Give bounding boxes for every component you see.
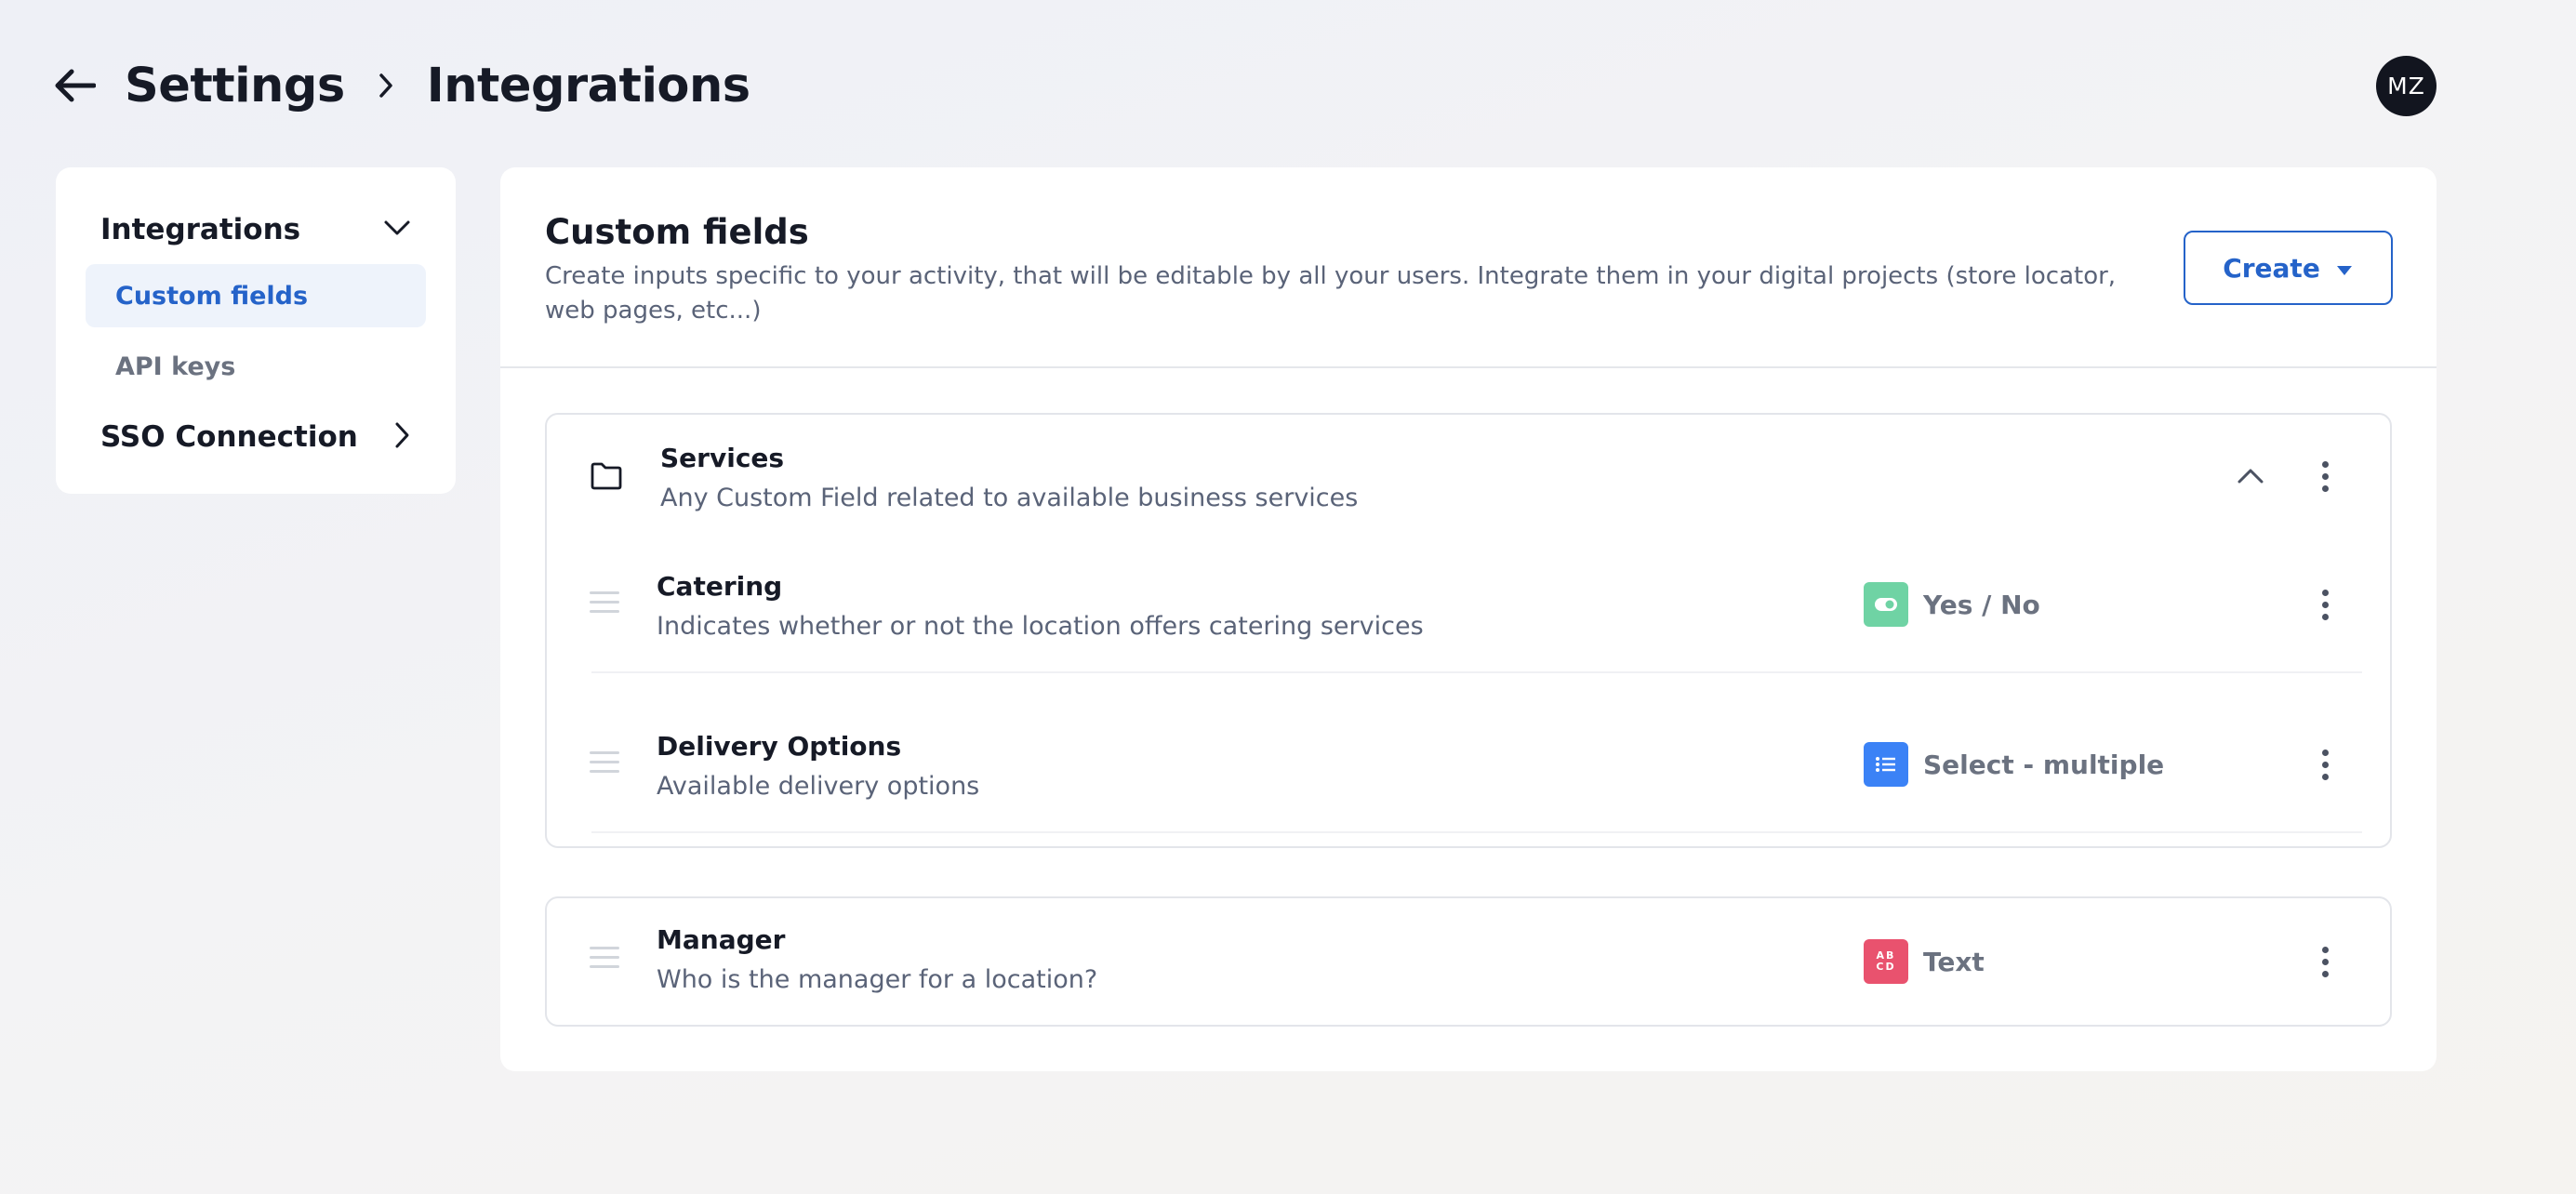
create-button-label: Create: [2223, 252, 2320, 284]
sidebar-group-label: Integrations: [100, 213, 301, 246]
back-arrow-icon[interactable]: [52, 63, 97, 108]
avatar[interactable]: MZ: [2376, 56, 2437, 116]
list-icon: [1864, 742, 1908, 787]
more-options-icon[interactable]: [2310, 582, 2340, 627]
abcd-icon: AB CD: [1864, 939, 1908, 984]
page-description: Create inputs specific to your activity,…: [545, 262, 2117, 325]
drag-handle-icon[interactable]: [590, 947, 619, 975]
field-row-delivery-options[interactable]: Delivery Options Available delivery opti…: [547, 705, 2390, 835]
group-title: Services: [660, 443, 785, 473]
field-title: Catering: [657, 571, 783, 602]
page-title: Custom fields: [545, 212, 809, 252]
more-options-icon[interactable]: [2310, 939, 2340, 984]
field-type-label: Yes / No: [1923, 590, 2040, 620]
sidebar-item-api-keys[interactable]: API keys: [86, 335, 426, 398]
field-title: Delivery Options: [657, 731, 902, 762]
breadcrumb-settings[interactable]: Settings: [125, 59, 345, 113]
caret-down-icon: [2335, 253, 2354, 284]
sidebar: Integrations Custom fields API keys SSO …: [56, 167, 456, 494]
create-button[interactable]: Create: [2184, 231, 2393, 305]
sidebar-group-integrations[interactable]: Integrations: [100, 206, 411, 253]
group-description: Any Custom Field related to available bu…: [660, 484, 1359, 512]
breadcrumb-integrations: Integrations: [426, 58, 750, 113]
panel-header: Custom fields Create inputs specific to …: [545, 212, 2144, 328]
field-type-label: Select - multiple: [1923, 750, 2165, 780]
folder-icon: [590, 461, 623, 495]
chevron-down-icon: [383, 219, 411, 241]
field-row-manager[interactable]: Manager Who is the manager for a locatio…: [545, 896, 2392, 1027]
sidebar-group-label: SSO Connection: [100, 420, 358, 454]
sidebar-item-custom-fields[interactable]: Custom fields: [86, 264, 426, 327]
more-options-icon[interactable]: [2310, 742, 2340, 787]
chevron-right-icon: [392, 421, 411, 453]
divider: [591, 831, 2362, 833]
sidebar-group-sso-connection[interactable]: SSO Connection: [100, 414, 411, 460]
chevron-up-icon[interactable]: [2232, 458, 2269, 495]
field-description: Available delivery options: [657, 772, 980, 801]
field-group-services: Services Any Custom Field related to ava…: [545, 413, 2392, 848]
page-header: Settings Integrations: [52, 56, 750, 115]
field-description: Indicates whether or not the location of…: [657, 612, 1424, 641]
field-title: Manager: [657, 924, 786, 955]
field-row-catering[interactable]: Catering Indicates whether or not the lo…: [547, 545, 2390, 675]
more-options-icon[interactable]: [2310, 454, 2340, 498]
divider: [500, 366, 2437, 368]
field-description: Who is the manager for a location?: [657, 965, 1098, 994]
drag-handle-icon[interactable]: [590, 591, 619, 619]
divider: [591, 671, 2362, 673]
drag-handle-icon[interactable]: [590, 751, 619, 779]
group-header[interactable]: Services Any Custom Field related to ava…: [547, 415, 2390, 545]
chevron-right-icon: [367, 67, 405, 104]
toggle-icon: [1864, 582, 1908, 627]
custom-fields-panel: Custom fields Create inputs specific to …: [500, 167, 2437, 1071]
field-type-label: Text: [1923, 947, 1985, 977]
